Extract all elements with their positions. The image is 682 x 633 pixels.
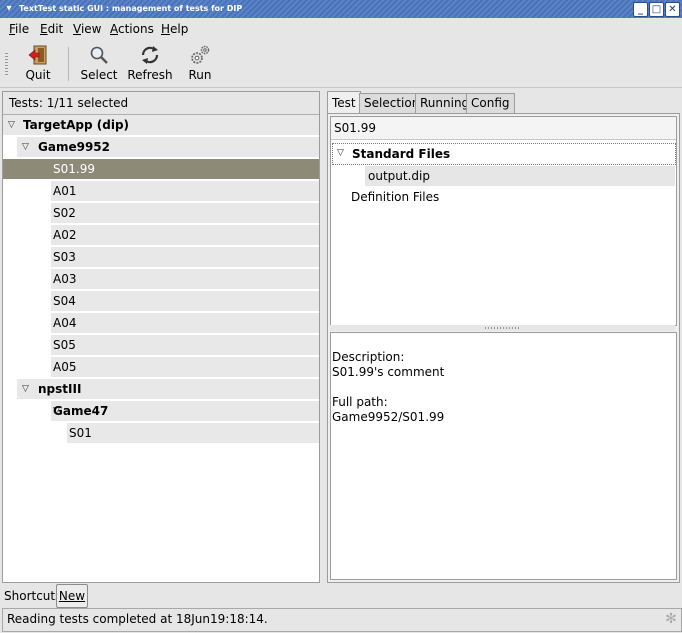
test-tree-row[interactable]: A01 <box>51 181 319 201</box>
tab-config[interactable]: Config <box>466 93 515 113</box>
test-tree-row[interactable]: A03 <box>51 269 319 289</box>
quit-button[interactable]: Quit <box>24 44 52 82</box>
maximize-icon[interactable]: □ <box>649 2 664 17</box>
menu-actions[interactable]: Actions <box>110 22 154 36</box>
menubar: File Edit View Actions Help <box>0 18 682 41</box>
run-button[interactable]: Run <box>187 44 213 82</box>
test-tree-row-label: S04 <box>53 294 76 308</box>
run-label: Run <box>188 68 212 82</box>
test-tree-row-label: S01 <box>69 426 92 440</box>
test-tree-row[interactable]: S01.99 <box>3 159 319 179</box>
tab-test[interactable]: Test <box>327 91 361 114</box>
toolbar-grip[interactable] <box>5 53 8 75</box>
menu-edit[interactable]: Edit <box>40 22 63 36</box>
description-text: S01.99's comment <box>332 365 445 379</box>
window-menu-icon[interactable]: ▾ <box>3 3 15 15</box>
menu-view[interactable]: View <box>73 22 101 36</box>
quit-icon <box>28 45 47 65</box>
test-tree-row[interactable]: S01 <box>67 423 319 443</box>
full-path-label: Full path: <box>332 395 388 409</box>
test-tree-row-label: S03 <box>53 250 76 264</box>
new-shortcut-button[interactable]: New <box>56 584 88 608</box>
standard-files-label: Standard Files <box>352 147 451 161</box>
test-tree-row-label: S01.99 <box>53 162 95 176</box>
test-tree-row[interactable]: ▽ TargetApp (dip) <box>3 115 319 135</box>
test-tree-row[interactable]: S03 <box>51 247 319 267</box>
full-path-text: Game9952/S01.99 <box>332 410 445 424</box>
horizontal-splitter[interactable] <box>330 325 675 331</box>
test-tree-row-label: A05 <box>53 360 77 374</box>
expander-icon[interactable]: ▽ <box>22 379 29 399</box>
test-tree-row-label: Game47 <box>53 404 109 418</box>
expander-icon[interactable]: ▽ <box>22 137 29 157</box>
select-label: Select <box>80 68 118 82</box>
test-tree-row-label: npstIII <box>38 382 82 396</box>
expander-icon[interactable]: ▽ <box>8 115 15 135</box>
window-titlebar: ▾ TextTest static GUI : management of te… <box>0 0 682 18</box>
test-tree-row-label: TargetApp (dip) <box>23 118 130 132</box>
splitter-handle[interactable] <box>485 327 521 329</box>
test-tree-row[interactable]: S05 <box>51 335 319 355</box>
new-shortcut-label: New <box>58 589 86 603</box>
magnifier-icon <box>90 46 108 64</box>
shortcuts-bar: Shortcuts: New <box>0 584 682 608</box>
window-title: TextTest static GUI : management of test… <box>19 4 243 13</box>
output-file-row[interactable]: output.dip <box>365 166 675 186</box>
test-tree-row[interactable]: A04 <box>51 313 319 333</box>
quit-label: Quit <box>25 68 51 82</box>
test-tree-row-label: A04 <box>53 316 77 330</box>
test-path-label: S01.99 <box>334 121 376 135</box>
menu-help[interactable]: Help <box>161 22 188 36</box>
test-info-view: Description: S01.99's comment Full path:… <box>330 332 677 580</box>
test-tree-panel: Tests: 1/11 selected ▽ TargetApp (dip) ▽ Ga… <box>2 91 320 583</box>
definition-files-label: Definition Files <box>351 190 440 204</box>
file-view: S01.99 ▽ Standard Files output.dip Defin… <box>330 116 677 326</box>
standard-files-row[interactable]: ▽ Standard Files <box>332 143 676 165</box>
test-tree-row-label: Game9952 <box>38 140 110 154</box>
test-tree-row[interactable]: ▽ npstIII <box>17 379 319 399</box>
file-view-header[interactable]: S01.99 <box>331 117 676 140</box>
toolbar: Quit Select Refresh Run <box>0 41 682 88</box>
menu-file[interactable]: File <box>9 22 29 36</box>
test-tree-row[interactable]: ▽ Game47 <box>51 401 319 421</box>
test-tree-row-label: A03 <box>53 272 77 286</box>
refresh-button[interactable]: Refresh <box>127 44 173 82</box>
gears-icon <box>191 45 210 64</box>
refresh-label: Refresh <box>127 68 173 82</box>
test-tree-row[interactable]: A02 <box>51 225 319 245</box>
test-detail-panel: S01.99 ▽ Standard Files output.dip Defin… <box>327 113 680 583</box>
description-label: Description: <box>332 350 405 364</box>
close-icon[interactable]: ✕ <box>665 2 680 17</box>
test-tree-row-label: A01 <box>53 184 77 198</box>
definition-files-row[interactable]: Definition Files <box>351 190 439 204</box>
vertical-splitter[interactable] <box>320 91 325 581</box>
test-tree-row-label: S02 <box>53 206 76 220</box>
status-bar: Reading tests completed at 18Jun19:18:14… <box>2 608 682 632</box>
test-tree-row-label: A02 <box>53 228 77 242</box>
expander-icon[interactable]: ▽ <box>337 148 344 158</box>
test-tree-row[interactable]: S04 <box>51 291 319 311</box>
test-tree-row[interactable]: ▽ Game9952 <box>17 137 319 157</box>
output-file-label: output.dip <box>368 169 430 183</box>
refresh-icon <box>141 46 159 64</box>
status-text: Reading tests completed at 18Jun19:18:14… <box>7 612 268 626</box>
throbber-icon: ✻ <box>665 611 677 627</box>
minimize-icon[interactable]: _ <box>633 2 648 17</box>
test-tree-row[interactable]: A05 <box>51 357 319 377</box>
test-tree-row[interactable]: S02 <box>51 203 319 223</box>
test-tree-row-label: S05 <box>53 338 76 352</box>
test-tree-header-label: Tests: 1/11 selected <box>9 96 129 110</box>
select-button[interactable]: Select <box>80 44 118 82</box>
test-tree-header[interactable]: Tests: 1/11 selected <box>3 92 319 115</box>
toolbar-separator <box>68 47 69 81</box>
